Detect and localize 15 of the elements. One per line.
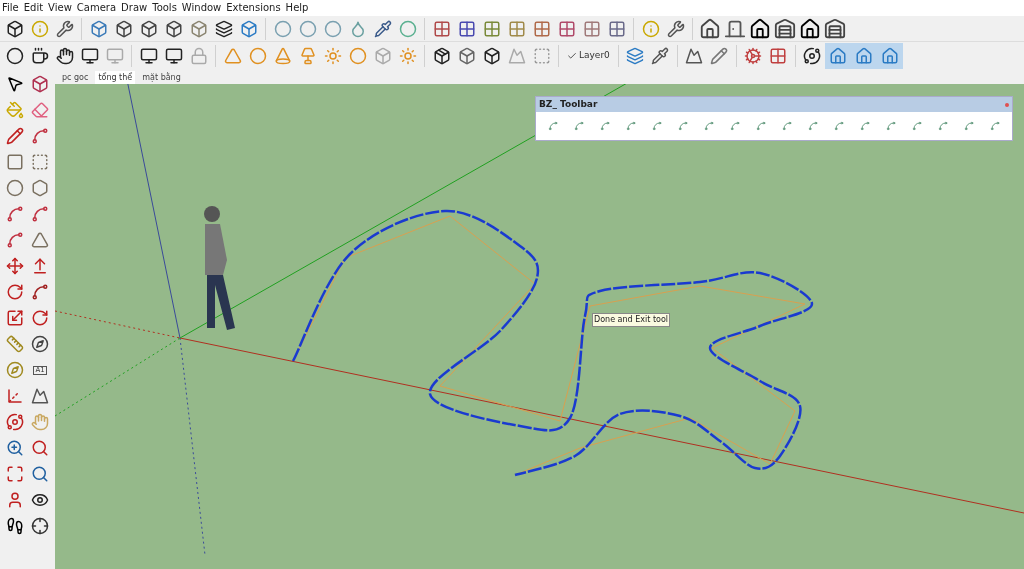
menu-item[interactable]: Tools (152, 3, 177, 13)
tooltip: Done and Exit tool (592, 313, 671, 327)
scene-tab[interactable]: tổng thể (95, 71, 136, 84)
menu-item[interactable]: View (48, 3, 72, 13)
menu-item[interactable]: Camera (76, 3, 117, 13)
scene-tab[interactable]: mặt bằng (139, 71, 184, 84)
scene-tab[interactable]: pc goc (59, 71, 92, 84)
menu-item[interactable]: Edit (23, 3, 44, 13)
menu-item[interactable]: Extensions (226, 3, 281, 13)
bz-toolbar-title: BZ_ Toolbar (539, 97, 598, 111)
menu-item[interactable]: Window (181, 3, 222, 13)
menu-item[interactable]: Draw (121, 3, 148, 13)
menu-item[interactable]: File (2, 3, 19, 13)
menu-item[interactable]: Help (285, 3, 309, 13)
layer-dropdown[interactable]: Layer0 (563, 46, 614, 66)
